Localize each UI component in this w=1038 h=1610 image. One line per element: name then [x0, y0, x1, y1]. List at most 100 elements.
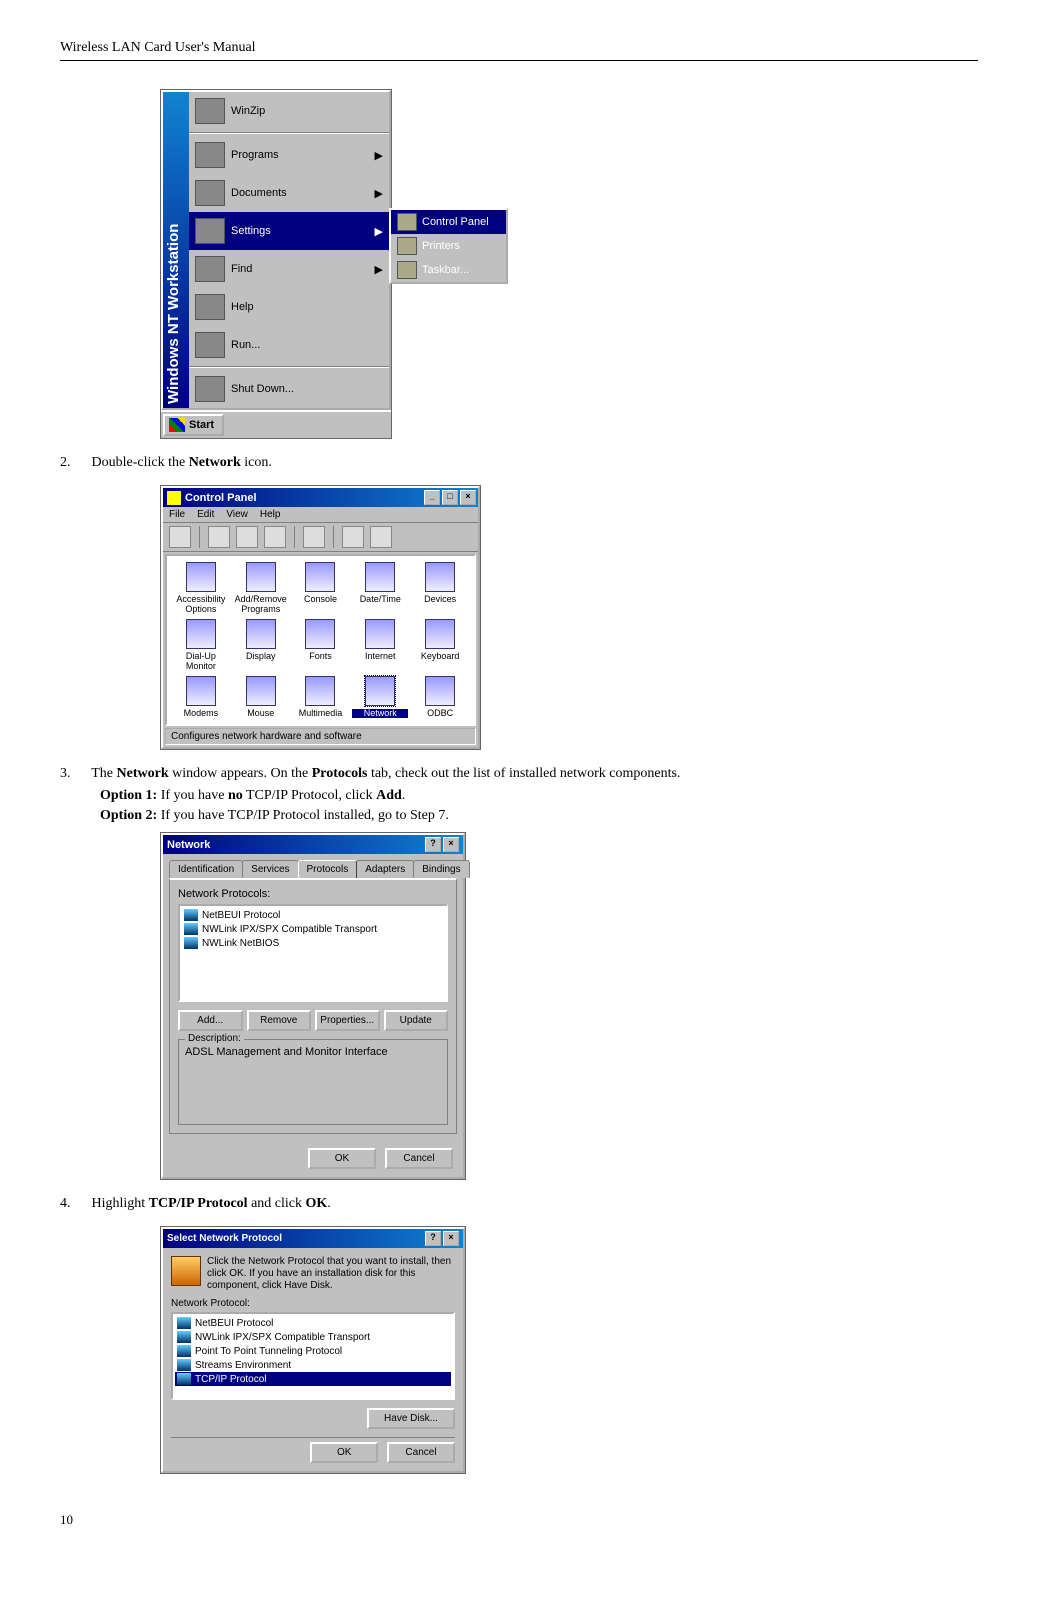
tab-services[interactable]: Services	[242, 860, 298, 878]
flyout-item-taskbar[interactable]: Taskbar...	[391, 258, 506, 282]
list-item[interactable]: Streams Environment	[175, 1358, 451, 1372]
tab-protocols[interactable]: Protocols	[298, 860, 358, 878]
cpl-addremove[interactable]: Add/Remove Programs	[233, 562, 289, 615]
close-button[interactable]: ×	[443, 837, 459, 852]
protocols-listbox[interactable]: NetBEUI Protocol NWLink IPX/SPX Compatib…	[178, 904, 448, 1002]
option-bold: Option 2:	[100, 808, 157, 823]
tab-adapters[interactable]: Adapters	[356, 860, 414, 878]
help-button[interactable]: ?	[425, 1231, 441, 1246]
help-button[interactable]: ?	[425, 837, 441, 852]
step-bold: TCP/IP Protocol	[149, 1196, 248, 1211]
list-item[interactable]: NetBEUI Protocol	[175, 1316, 451, 1330]
cpl-keyboard[interactable]: Keyboard	[412, 619, 468, 672]
startmenu-item-documents[interactable]: Documents ▶	[189, 174, 389, 212]
update-button[interactable]: Update	[384, 1010, 449, 1031]
list-item[interactable]: NWLink IPX/SPX Compatible Transport	[175, 1330, 451, 1344]
toolbar-icon[interactable]	[264, 526, 286, 548]
list-item[interactable]: Point To Point Tunneling Protocol	[175, 1344, 451, 1358]
ok-button[interactable]: OK	[310, 1442, 378, 1463]
protocol-icon	[177, 1317, 191, 1329]
startmenu-label: Find	[231, 263, 252, 275]
startmenu-item-find[interactable]: Find ▶	[189, 250, 389, 288]
toolbar-icon[interactable]	[208, 526, 230, 548]
have-disk-button[interactable]: Have Disk...	[367, 1408, 455, 1429]
startmenu-item-settings[interactable]: Settings ▶ Control Panel Printers	[189, 212, 389, 250]
submenu-arrow-icon: ▶	[375, 263, 383, 276]
window-title: Control Panel	[185, 492, 257, 504]
properties-button[interactable]: Properties...	[315, 1010, 380, 1031]
menu-file[interactable]: File	[169, 509, 185, 520]
start-button[interactable]: Start	[163, 414, 224, 436]
description-group: Description: ADSL Management and Monitor…	[178, 1039, 448, 1125]
flyout-label: Taskbar...	[422, 264, 469, 276]
startmenu-item-shutdown[interactable]: Shut Down...	[189, 370, 389, 408]
winzip-icon	[195, 98, 225, 124]
cpl-network[interactable]: Network	[352, 676, 408, 719]
cpl-odbc[interactable]: ODBC	[412, 676, 468, 719]
remove-button[interactable]: Remove	[247, 1010, 312, 1031]
mouse-icon	[246, 676, 276, 706]
startmenu-item-programs[interactable]: Programs ▶	[189, 136, 389, 174]
cpl-dialup[interactable]: Dial-Up Monitor	[173, 619, 229, 672]
startmenu-item-winzip[interactable]: WinZip	[189, 92, 389, 130]
datetime-icon	[365, 562, 395, 592]
startmenu-label: Run...	[231, 339, 260, 351]
toolbar-icon[interactable]	[236, 526, 258, 548]
cpl-fonts[interactable]: Fonts	[293, 619, 349, 672]
option-text: TCP/IP Protocol, click	[243, 788, 376, 803]
toolbar-icon[interactable]	[342, 526, 364, 548]
keyboard-icon	[425, 619, 455, 649]
protocols-label: Network Protocols:	[178, 888, 448, 900]
toolbar-icon[interactable]	[169, 526, 191, 548]
cpl-datetime[interactable]: Date/Time	[352, 562, 408, 615]
cpl-display[interactable]: Display	[233, 619, 289, 672]
cpl-console[interactable]: Console	[293, 562, 349, 615]
cancel-button[interactable]: Cancel	[387, 1442, 455, 1463]
flyout-item-printers[interactable]: Printers	[391, 234, 506, 258]
cpl-label: Keyboard	[412, 652, 468, 662]
cpl-label: Dial-Up Monitor	[173, 652, 229, 672]
cpl-accessibility[interactable]: Accessibility Options	[173, 562, 229, 615]
list-item[interactable]: NWLink IPX/SPX Compatible Transport	[182, 922, 444, 936]
cpl-mouse[interactable]: Mouse	[233, 676, 289, 719]
list-item[interactable]: TCP/IP Protocol	[175, 1372, 451, 1386]
maximize-button[interactable]: □	[442, 490, 458, 505]
tab-bindings[interactable]: Bindings	[413, 860, 469, 878]
cancel-button[interactable]: Cancel	[385, 1148, 453, 1169]
menu-view[interactable]: View	[226, 509, 248, 520]
cpl-devices[interactable]: Devices	[412, 562, 468, 615]
minimize-button[interactable]: _	[424, 490, 440, 505]
option-bold: no	[228, 788, 243, 803]
ok-button[interactable]: OK	[308, 1148, 376, 1169]
add-button[interactable]: Add...	[178, 1010, 243, 1031]
dialog-description: Click the Network Protocol that you want…	[207, 1256, 455, 1292]
protocol-listbox[interactable]: NetBEUI Protocol NWLink IPX/SPX Compatib…	[171, 1312, 455, 1400]
startmenu-item-run[interactable]: Run...	[189, 326, 389, 364]
toolbar	[163, 522, 478, 552]
list-item[interactable]: NWLink NetBIOS	[182, 936, 444, 950]
menu-help[interactable]: Help	[260, 509, 281, 520]
startmenu-item-help[interactable]: Help	[189, 288, 389, 326]
toolbar-icon[interactable]	[303, 526, 325, 548]
tab-identification[interactable]: Identification	[169, 860, 243, 878]
list-item[interactable]: NetBEUI Protocol	[182, 908, 444, 922]
cpl-label: Modems	[173, 709, 229, 719]
flyout-item-control-panel[interactable]: Control Panel	[391, 210, 506, 234]
menu-edit[interactable]: Edit	[197, 509, 214, 520]
cpl-multimedia[interactable]: Multimedia	[293, 676, 349, 719]
step-text: icon.	[241, 455, 272, 470]
close-button[interactable]: ×	[443, 1231, 459, 1246]
option-bold: Add	[376, 788, 402, 803]
cpl-modems[interactable]: Modems	[173, 676, 229, 719]
console-icon	[305, 562, 335, 592]
protocol-dialog-icon	[171, 1256, 201, 1286]
list-item-label: NWLink IPX/SPX Compatible Transport	[202, 924, 377, 935]
startmenu-label: Programs	[231, 149, 279, 161]
cpl-label: Network	[352, 709, 408, 719]
cpl-internet[interactable]: Internet	[352, 619, 408, 672]
flyout-label: Control Panel	[422, 216, 489, 228]
menubar: File Edit View Help	[163, 507, 478, 522]
protocol-icon	[184, 923, 198, 935]
toolbar-icon[interactable]	[370, 526, 392, 548]
close-button[interactable]: ×	[460, 490, 476, 505]
